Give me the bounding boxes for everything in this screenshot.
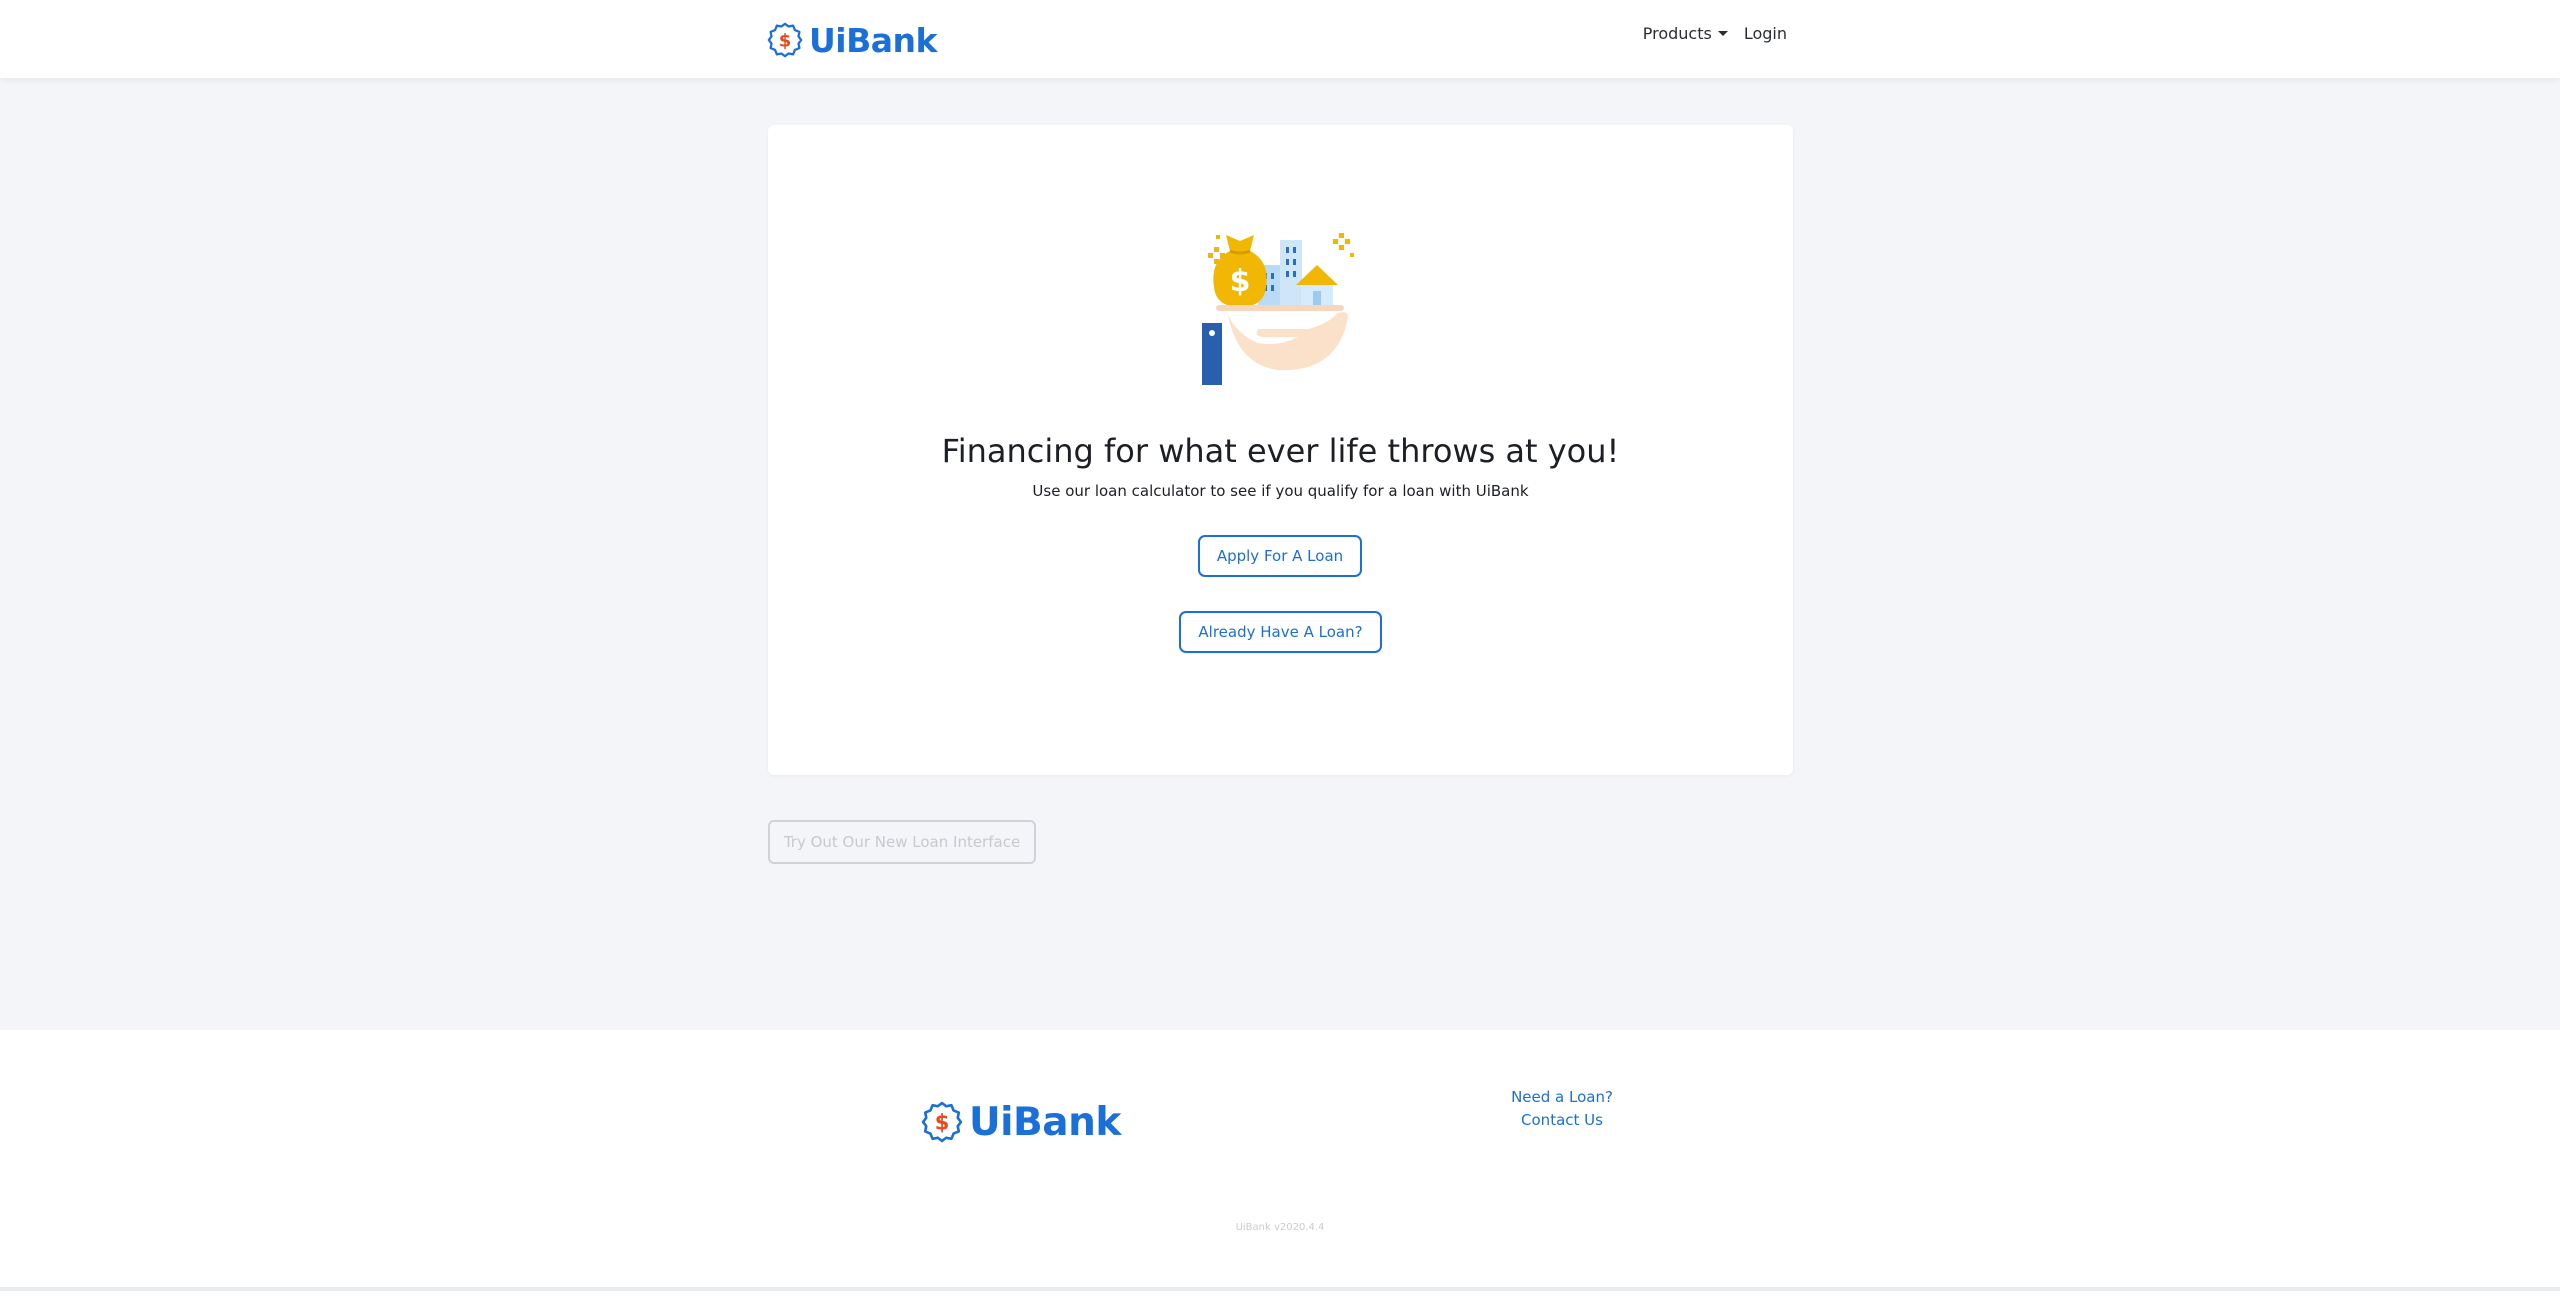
money-bag-buildings-hand-icon: $ xyxy=(1202,233,1354,385)
dollar-badge-icon: $ xyxy=(921,1101,963,1143)
svg-text:$: $ xyxy=(779,30,792,51)
dollar-badge-icon: $ xyxy=(767,22,803,58)
hero-subtitle: Use our loan calculator to see if you qu… xyxy=(1032,482,1529,500)
brand-logo-link[interactable]: $ UiBank xyxy=(767,20,937,60)
footer-links: Need a Loan? Contact Us xyxy=(1450,1088,1674,1129)
svg-text:$: $ xyxy=(935,1110,950,1134)
nav-links: Products Login xyxy=(1643,24,1787,43)
version-text: UiBank v2020.4.4 xyxy=(1235,1222,1325,1233)
brand-name: UiBank xyxy=(809,20,937,60)
hero-title: Financing for what ever life throws at y… xyxy=(941,432,1620,470)
top-navbar: $ UiBank Products Login xyxy=(0,0,2560,78)
login-link[interactable]: Login xyxy=(1744,24,1787,43)
products-dropdown[interactable]: Products xyxy=(1643,24,1728,43)
need-a-loan-link[interactable]: Need a Loan? xyxy=(1511,1088,1613,1106)
caret-down-icon xyxy=(1717,31,1728,36)
footer xyxy=(0,1030,2560,1287)
footer-brand-logo[interactable]: $ UiBank xyxy=(921,1098,1121,1146)
contact-us-link[interactable]: Contact Us xyxy=(1521,1111,1603,1129)
footer-brand-name: UiBank xyxy=(969,1099,1121,1145)
bottom-divider xyxy=(0,1287,2560,1291)
new-loan-interface-button[interactable]: Try Out Our New Loan Interface xyxy=(768,820,1036,864)
apply-for-loan-button[interactable]: Apply For A Loan xyxy=(1198,535,1362,577)
already-have-loan-button[interactable]: Already Have A Loan? xyxy=(1179,611,1382,653)
svg-text:$: $ xyxy=(1230,264,1251,299)
products-label: Products xyxy=(1642,24,1712,43)
